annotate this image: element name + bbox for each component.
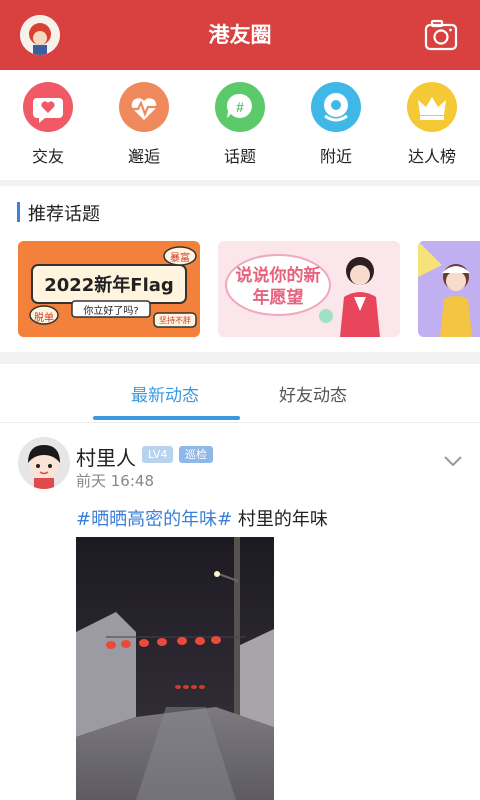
feed-post: 村里人 LV4 巡检 前天 16:48 #晒晒高密的年味# 村里的年味 [0, 423, 480, 800]
svg-text:#: # [236, 99, 244, 115]
category-fujin[interactable]: 附近 [296, 82, 376, 167]
category-nav: 交友 邂逅 # 话题 附近 达人榜 [0, 70, 480, 180]
section-marker [17, 202, 20, 222]
post-timestamp: 前天 16:48 [76, 472, 154, 490]
category-label: 达人榜 [407, 149, 456, 166]
heartbeat-icon [119, 82, 169, 132]
tab-friends[interactable]: 好友动态 [279, 381, 347, 406]
post-author-avatar[interactable] [18, 437, 70, 489]
topic-banner-flag[interactable]: 2022新年Flag 你立好了吗? 暴富 脱单 坚持不胖 [18, 241, 200, 337]
post-photo[interactable] [76, 537, 274, 800]
app-header: 港友圈 [0, 0, 480, 70]
chevron-down-icon[interactable] [444, 451, 462, 470]
recommended-topics: 推荐话题 2022新年Flag 你立好了吗? 暴富 脱单 坚持不胖 说说你的新年… [0, 186, 480, 352]
banner-title: 说说你的新年愿望 [235, 266, 321, 308]
banner-title: 2022新年Flag [44, 275, 174, 296]
camera-icon[interactable] [424, 19, 458, 51]
category-huati[interactable]: # 话题 [200, 82, 280, 167]
category-jiaoyou[interactable]: 交友 [8, 82, 88, 167]
feed-tabs: 最新动态 好友动态 [0, 364, 480, 423]
post-author-name[interactable]: 村里人 [76, 442, 136, 471]
category-label: 附近 [319, 149, 352, 166]
tab-latest[interactable]: 最新动态 [131, 381, 199, 406]
banner-tag: 坚持不胖 [159, 316, 191, 325]
role-badge: 巡检 [179, 446, 213, 463]
crown-icon [407, 82, 457, 132]
banner-subtitle: 你立好了吗? [83, 306, 139, 317]
active-tab-indicator [93, 416, 240, 420]
level-badge: LV4 [142, 446, 174, 463]
location-pin-icon [311, 82, 361, 132]
post-content: #晒晒高密的年味# 村里的年味 [76, 505, 328, 531]
topic-banner-wish[interactable]: 说说你的新年愿望 [218, 241, 400, 337]
category-xiehou[interactable]: 邂逅 [104, 82, 184, 167]
banner-tag: 脱单 [34, 313, 54, 324]
post-hashtag[interactable]: #晒晒高密的年味# [76, 509, 232, 530]
category-label: 邂逅 [127, 149, 160, 166]
heart-chat-icon [23, 82, 73, 132]
topic-banner-third[interactable] [418, 241, 480, 337]
page-title: 港友圈 [208, 23, 272, 47]
category-label: 话题 [223, 149, 256, 166]
section-title: 推荐话题 [28, 204, 100, 225]
category-darenbang[interactable]: 达人榜 [392, 82, 472, 167]
hashtag-chat-icon: # [215, 82, 265, 132]
post-text: 村里的年味 [232, 509, 328, 530]
category-label: 交友 [31, 149, 64, 166]
banner-tag: 暴富 [170, 253, 190, 264]
